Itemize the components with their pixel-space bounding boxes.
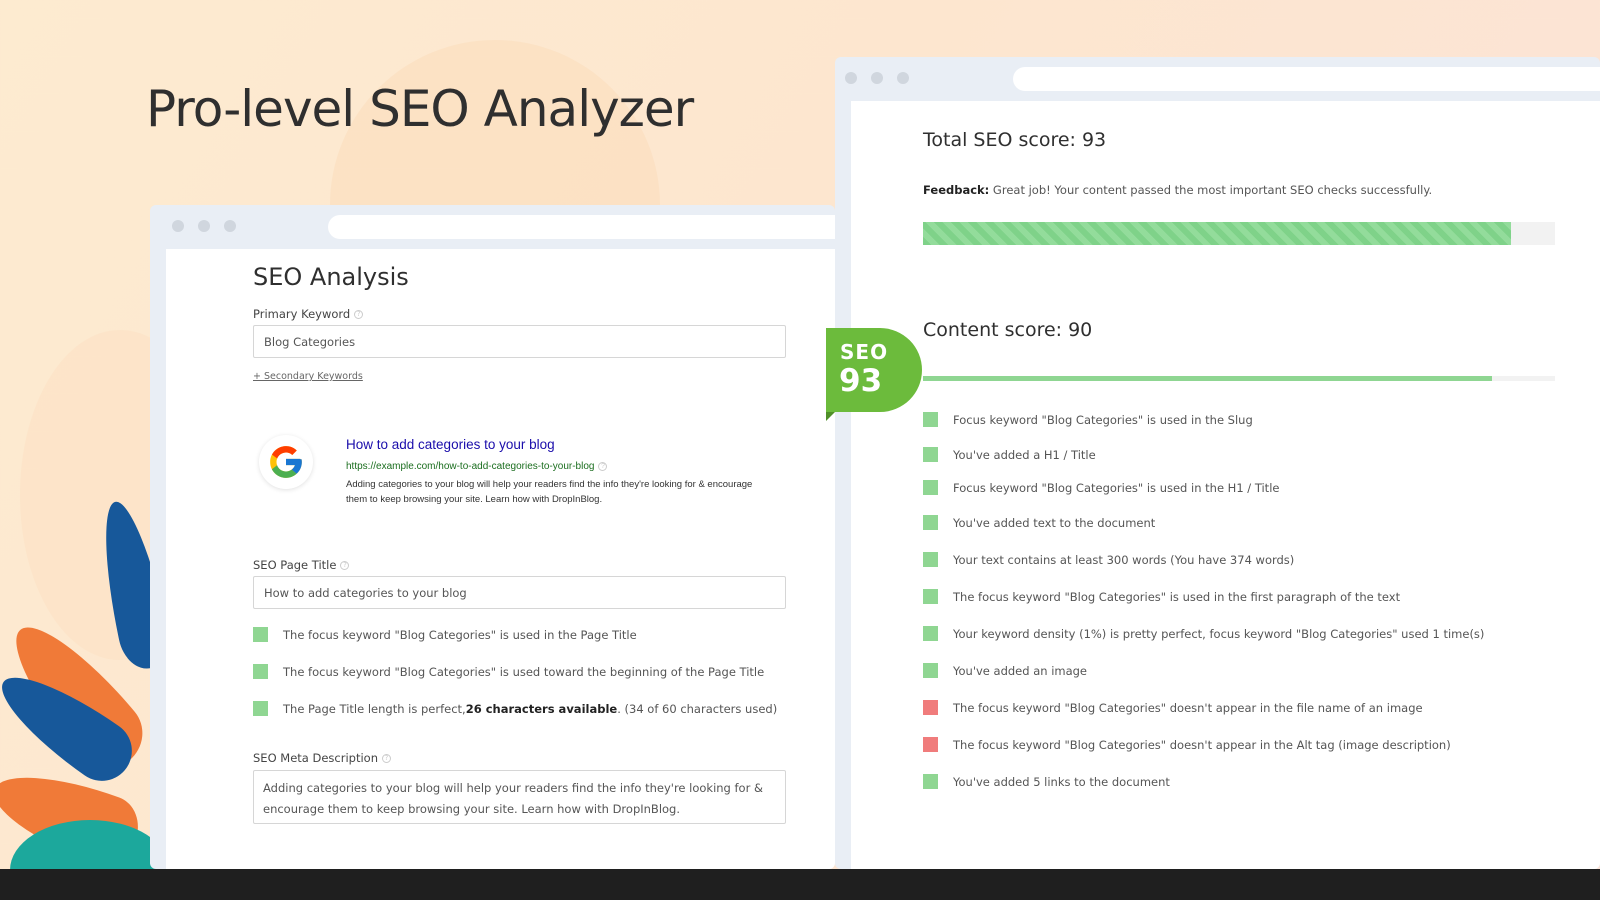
check-fail-square (923, 700, 938, 715)
content-check-text: The focus keyword "Blog Categories" is u… (953, 589, 1401, 604)
content-score-progress-bar (923, 376, 1555, 381)
seo-score-window: Total SEO score: 93 Feedback: Great job!… (835, 57, 1600, 869)
primary-keyword-input[interactable]: Blog Categories (253, 325, 786, 358)
content-check-text: Your text contains at least 300 words (Y… (953, 552, 1295, 567)
bottom-bar (0, 869, 1600, 900)
window-dot (845, 72, 857, 84)
content-check-item: The focus keyword "Blog Categories" does… (923, 737, 1451, 752)
content-check-text: You've added 5 links to the document (953, 774, 1170, 789)
seo-page-title-label: SEO Page Title? (253, 558, 350, 572)
window-dot (224, 220, 236, 232)
check-pass-square (923, 480, 938, 495)
check-pass-square (923, 447, 938, 462)
badge-tail (826, 412, 835, 421)
primary-keyword-label: Primary Keyword? (253, 307, 364, 321)
content-check-item: You've added 5 links to the document (923, 774, 1170, 789)
serp-preview-url: https://example.com/how-to-add-categorie… (346, 461, 608, 472)
content-check-item: The focus keyword "Blog Categories" is u… (923, 589, 1400, 604)
secondary-keywords-link[interactable]: + Secondary Keywords (253, 371, 363, 382)
check-pass-square (923, 515, 938, 530)
content-check-text: Focus keyword "Blog Categories" is used … (953, 412, 1253, 427)
check-pass-square (923, 552, 938, 567)
seo-score-badge: SEO 93 (826, 328, 922, 421)
seo-page-title-input[interactable]: How to add categories to your blog (253, 576, 786, 609)
help-icon[interactable]: ? (354, 310, 364, 319)
total-score-progress-bar (923, 222, 1555, 245)
serp-preview-description: Adding categories to your blog will help… (346, 479, 753, 505)
check-status-square (253, 627, 268, 642)
help-icon[interactable]: ? (340, 561, 350, 570)
content-check-text: Focus keyword "Blog Categories" is used … (953, 480, 1280, 495)
content-check-item: Focus keyword "Blog Categories" is used … (923, 480, 1279, 495)
check-pass-square (923, 626, 938, 641)
help-icon[interactable]: ? (381, 754, 391, 763)
content-score-progress-fill (923, 376, 1492, 381)
window-dot (172, 220, 184, 232)
content-check-item: Your keyword density (1%) is pretty perf… (923, 626, 1484, 641)
title-check-item: The Page Title length is perfect, 26 cha… (253, 701, 777, 716)
seo-meta-description-label: SEO Meta Description? (253, 751, 391, 765)
check-pass-square (923, 589, 938, 604)
seo-meta-description-textarea[interactable]: Adding categories to your blog will help… (253, 770, 786, 824)
content-check-item: You've added a H1 / Title (923, 447, 1096, 462)
window-titlebar (835, 57, 1600, 99)
content-check-text: Your keyword density (1%) is pretty perf… (953, 626, 1485, 641)
check-status-square (253, 701, 268, 716)
content-check-item: The focus keyword "Blog Categories" does… (923, 700, 1423, 715)
content-check-item: Your text contains at least 300 words (Y… (923, 552, 1294, 567)
title-check-item: The focus keyword "Blog Categories" is u… (253, 627, 637, 642)
check-fail-square (923, 737, 938, 752)
badge-score-value: 93 (839, 363, 883, 399)
content-check-text: The focus keyword "Blog Categories" does… (953, 700, 1423, 715)
seo-score-panel: Total SEO score: 93 Feedback: Great job!… (851, 101, 1600, 869)
feedback-text: Feedback: Great job! Your content passed… (923, 183, 1433, 197)
address-bar[interactable] (1013, 67, 1600, 91)
window-dot (198, 220, 210, 232)
content-check-text: You've added an image (953, 663, 1088, 678)
title-check-item: The focus keyword "Blog Categories" is u… (253, 664, 764, 679)
section-title: SEO Analysis (253, 263, 409, 291)
check-pass-square (923, 774, 938, 789)
badge-label: SEO (840, 340, 889, 364)
window-dot (871, 72, 883, 84)
address-bar[interactable] (328, 215, 835, 239)
content-check-item: Focus keyword "Blog Categories" is used … (923, 412, 1253, 427)
help-icon[interactable]: ? (598, 461, 608, 471)
total-seo-score-title: Total SEO score: 93 (923, 129, 1107, 151)
window-dot (897, 72, 909, 84)
google-logo-icon (259, 435, 313, 489)
seo-analysis-window: SEO Analysis Primary Keyword? Blog Categ… (150, 205, 835, 869)
window-titlebar (150, 205, 835, 247)
check-status-square (253, 664, 268, 679)
content-check-text: You've added text to the document (953, 515, 1156, 530)
content-check-item: You've added an image (923, 663, 1087, 678)
page-headline: Pro-level SEO Analyzer (146, 80, 694, 138)
content-check-text: You've added a H1 / Title (953, 447, 1096, 462)
serp-preview-title[interactable]: How to add categories to your blog (346, 437, 555, 452)
content-check-text: The focus keyword "Blog Categories" does… (953, 737, 1451, 752)
total-score-progress-fill (923, 222, 1511, 245)
check-pass-square (923, 412, 938, 427)
seo-analysis-panel: SEO Analysis Primary Keyword? Blog Categ… (166, 249, 835, 869)
content-score-title: Content score: 90 (923, 319, 1093, 341)
check-pass-square (923, 663, 938, 678)
content-check-item: You've added text to the document (923, 515, 1155, 530)
